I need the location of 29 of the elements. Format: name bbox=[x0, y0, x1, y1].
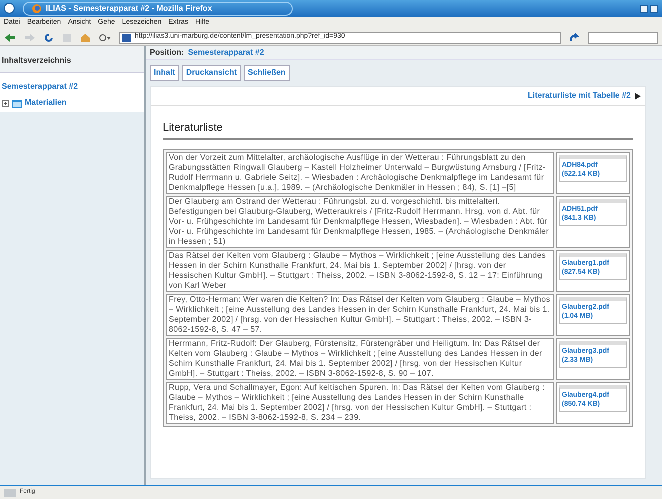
window-title: ILIAS - Semesterapparat #2 - Mozilla Firefox bbox=[46, 2, 212, 14]
folder-icon bbox=[12, 98, 22, 108]
maximize-button[interactable] bbox=[650, 4, 658, 12]
position-label: Position: bbox=[150, 46, 184, 58]
next-page-link[interactable]: Literaturliste mit Tabelle #2 bbox=[528, 90, 631, 102]
history-dropdown-icon[interactable] bbox=[99, 34, 111, 42]
back-arrow-icon[interactable] bbox=[4, 32, 16, 42]
minimize-button[interactable] bbox=[640, 4, 648, 12]
window-menu-icon[interactable] bbox=[4, 3, 15, 14]
citation-cell: Rupp, Vera und Schallmayer, Egon: Auf keltischen Spuren. In: Das Rätsel der Kelten vom Glauberg : Glaube – Mythos – Wirklichkeit ; [eine Ausstellung des Landes Hessen in der Schirn Kunsthalle Frankfurt, 24. Mai bis 1. September 2002] / [hrsg. von der Hessischen Kultur GmbH]. – Stuttgart : Theiss, 2002. – ISBN 3-8062-1592-8, S. 234 – 239. bbox=[166, 382, 554, 424]
citation-cell: Herrmann, Fritz-Rudolf: Der Glauberg, Fürstensitz, Fürstengräber und Heiligtum. In: Das Rätsel der Kelten vom Glauberg : Glaube – Mythos – Wirklichkeit ; [eine Ausstellung des Landes Hessen in der Schirn Kunsthalle Frankfurt, 24. Mai bis 1. September 2002] / [hrsg. von der Hessischen Kultur GmbH]. – Stuttgart : Theiss, 2002. – ISBN 3-8062-1592-8, S. 90 – 107. bbox=[166, 338, 554, 380]
citation-cell: Von der Vorzeit zum Mittelalter, archäologische Ausflüge in der Wetterau : Führungsblatt zu den Grabungsstätten Ringwall Glauberg – Kastell Holzheimer Unterwald – Burgwüstung Arnsburg / [Fritz-Rudolf Herrmann u. Gabriele Seitz]. – Wiesbaden : Archäologische Denkmalpflege im Landesamt für Denkmalpflege Hessen [u.a.], 1989. – (Archäologische Denkmäler in Hessen ; 84), S. [1] –[5] bbox=[166, 152, 554, 194]
page-heading: Literaturliste bbox=[163, 120, 633, 140]
expand-icon[interactable] bbox=[2, 100, 9, 106]
reload-icon[interactable] bbox=[44, 32, 54, 42]
nav-button[interactable]: Inhalt bbox=[150, 65, 180, 81]
position-link[interactable]: Semesterapparat #2 bbox=[188, 46, 264, 58]
citation-cell: Das Rätsel der Kelten vom Glauberg : Glaube – Mythos – Wirklichkeit ; [eine Ausstellung des Landes Hessen in der Schirn Kunsthalle Frankfurt, 24. Mai bis 1. September 2002] / [hrsg. von der Hessischen Kultur GmbH]. – Stuttgart : Theiss, 2002. – ISBN 3-8062-1592-8, S. 12 – 17: Einführung von Karl Weber bbox=[166, 250, 554, 292]
browser-logo-icon bbox=[32, 4, 42, 14]
go-arrow-icon[interactable] bbox=[569, 32, 580, 42]
citation-cell: Frey, Otto-Herman: Wer waren die Kelten? In: Das Rätsel der Kelten vom Glauberg : Glaube – Mythos – Wirklichkeit ; [eine Ausstellung des Landes Hessen in der Schirn Kunsthalle Frankfurt, 24. Mai bis 1. September 2002] / [hrsg. von der Hessischen Kultur GmbH]. – Stuttgart : Theiss, 2002. – ISBN 3-8062-1592-8, S. 47 – 57. bbox=[166, 294, 554, 336]
page-icon bbox=[122, 34, 131, 42]
nav-button[interactable]: Schließen bbox=[244, 65, 290, 81]
search-field[interactable] bbox=[588, 32, 658, 44]
sidebar-link[interactable]: Semesterapparat #2 bbox=[2, 82, 78, 91]
sidebar-title: Inhaltsverzeichnis bbox=[2, 56, 72, 65]
arrow-icon[interactable] bbox=[635, 92, 641, 100]
nav-button[interactable]: Druckansicht bbox=[182, 65, 242, 81]
citation-cell: Der Glauberg am Ostrand der Wetterau : Führungsbl. zu d. vorgeschichtl. bis mittelalterl. Befestigungen bei Glauburg-Glauberg, Wetteraukreis / [Fritz-Rudolf Herrmann. Hrsg. von d. Abt. für Vor- u. Frühgeschichte im Landesamt für Denkmalpflege Hessen, Wiesbaden]. – Wiesbaden : Abt. für Vor- u. Frühgeschichte im Landesamt für Denkmalpflege Hessen, 1985. – (Archäologische Denkmäler in Hessen ; 51) bbox=[166, 196, 554, 248]
